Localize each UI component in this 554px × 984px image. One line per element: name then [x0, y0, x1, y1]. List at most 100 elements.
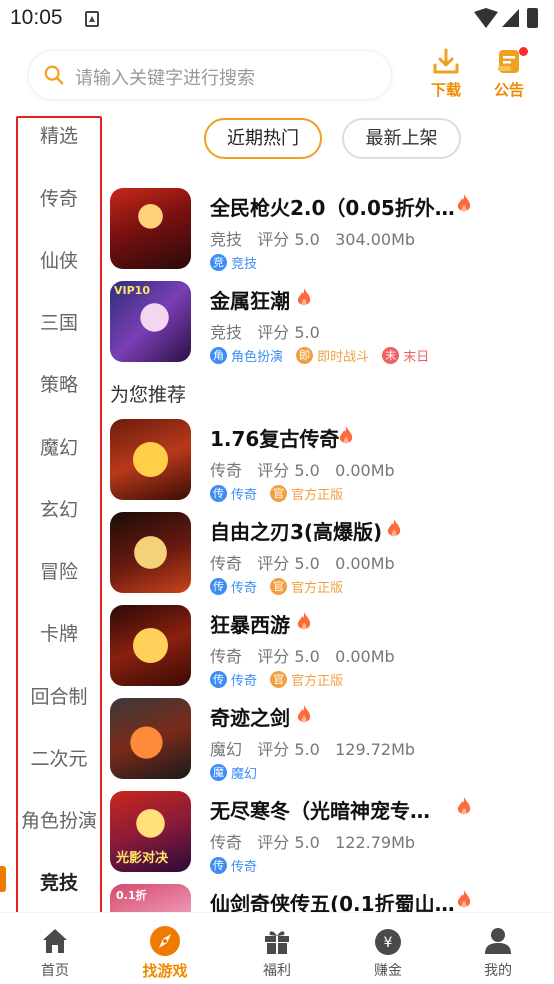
tag-chuanqi: 传传奇: [210, 856, 257, 875]
sidebar-item-kapai[interactable]: 卡牌: [18, 619, 100, 646]
game-meta: 竞技 评分 5.0: [210, 323, 320, 342]
nav-mine-label: 我的: [484, 963, 512, 979]
game-icon: 光影对决: [110, 791, 191, 872]
download-label: 下载: [430, 81, 461, 99]
hot-fire-icon: [457, 797, 471, 815]
game-item[interactable]: 全民枪火2.0（0.05折外… 竞技 评分 5.0 304.00Mb 竞竞技: [110, 188, 554, 272]
sidebar-item-jingxuan[interactable]: 精选: [18, 121, 100, 148]
tag-chuanqi: 传传奇: [210, 484, 257, 503]
game-title: 奇迹之剑: [210, 706, 290, 730]
game-title: 自由之刃3(高爆版): [210, 520, 383, 544]
hot-fire-icon: [387, 519, 401, 537]
search-icon: [44, 65, 64, 85]
game-meta: 传奇 评分 5.0 122.79Mb: [210, 833, 416, 852]
tab-recent-hot[interactable]: 近期热门: [204, 118, 322, 159]
category-sidebar: 精选 传奇 仙侠 三国 策略 魔幻 玄幻 冒险 卡牌 回合制 二次元 角色扮演 …: [16, 116, 102, 920]
hot-fire-icon: [457, 890, 471, 908]
game-item[interactable]: 光影对决 无尽寒冬（光暗神宠专… 传奇 评分 5.0 122.79Mb 传传奇: [110, 791, 554, 875]
game-meta: 传奇 评分 5.0 0.00Mb: [210, 647, 395, 666]
hot-fire-icon: [339, 426, 353, 444]
nav-home-label: 首页: [41, 963, 69, 979]
sidebar-item-mohuan[interactable]: 魔幻: [18, 433, 100, 460]
nav-mine[interactable]: 我的: [453, 925, 543, 980]
game-icon: [110, 698, 191, 779]
sidebar-item-chuanqi[interactable]: 传奇: [18, 184, 100, 211]
search-placeholder: 请输入关键字进行搜索: [75, 68, 255, 89]
status-bar: 10:05: [0, 0, 554, 40]
sidebar-item-jingji[interactable]: 竞技: [18, 868, 100, 895]
game-item[interactable]: 狂暴西游 传奇 评分 5.0 0.00Mb 传传奇 官官方正版: [110, 605, 554, 689]
sidebar-item-xianxia[interactable]: 仙侠: [18, 246, 100, 273]
game-meta: 魔幻 评分 5.0 129.72Mb: [210, 740, 416, 759]
status-time: 10:05: [10, 6, 63, 29]
tag-mohuan: 魔魔幻: [210, 763, 257, 782]
sidebar-item-huihezhi[interactable]: 回合制: [18, 682, 100, 709]
game-icon: VIP10: [110, 281, 191, 362]
tag-chuanqi: 传传奇: [210, 577, 257, 596]
sidebar-item-erciyuan[interactable]: 二次元: [18, 744, 100, 771]
nav-home[interactable]: 首页: [10, 925, 100, 980]
search-input[interactable]: 请输入关键字进行搜索: [28, 50, 392, 100]
nav-welfare-label: 福利: [263, 963, 291, 979]
tag-juese: 角角色扮演: [210, 346, 283, 365]
compass-icon: [150, 926, 180, 956]
game-tags: 传传奇: [210, 855, 265, 875]
game-meta: 竞技 评分 5.0 304.00Mb: [210, 230, 416, 249]
notification-icon: [85, 11, 99, 27]
game-tags: 传传奇 官官方正版: [210, 483, 351, 503]
sidebar-item-sanguo[interactable]: 三国: [18, 308, 100, 335]
game-icon: [110, 512, 191, 593]
hot-fire-icon: [457, 194, 471, 212]
tag-chuanqi: 传传奇: [210, 670, 257, 689]
game-tags: 传传奇 官官方正版: [210, 576, 351, 596]
hot-fire-icon: [297, 705, 311, 723]
tag-jishi: 即即时战斗: [296, 346, 369, 365]
nav-welfare[interactable]: 福利: [232, 925, 322, 980]
svg-text:¥: ¥: [384, 935, 393, 951]
sidebar-item-maoxian[interactable]: 冒险: [18, 557, 100, 584]
game-meta: 传奇 评分 5.0 0.00Mb: [210, 554, 395, 573]
game-tags: 角角色扮演 即即时战斗 末末日: [210, 345, 437, 365]
notice-button[interactable]: 公告: [484, 47, 534, 100]
tag-mori: 末末日: [382, 346, 429, 365]
hot-fire-icon: [297, 288, 311, 306]
nav-earn[interactable]: ¥ 赚金: [343, 925, 433, 980]
tag-guanfang: 官官方正版: [270, 577, 343, 596]
game-icon-caption: 光影对决: [116, 851, 169, 866]
game-title: 仙剑奇侠传五(0.1折蜀山…: [210, 892, 455, 912]
nav-earn-label: 赚金: [374, 963, 402, 979]
tag-jingji: 竞竞技: [210, 253, 257, 272]
download-button[interactable]: 下载: [421, 47, 471, 100]
game-tags: 竞竞技: [210, 252, 265, 272]
game-tags: 魔魔幻: [210, 762, 265, 782]
sidebar-item-celue[interactable]: 策略: [18, 370, 100, 397]
sidebar-item-xuanhuan[interactable]: 玄幻: [18, 495, 100, 522]
game-item[interactable]: 1.76复古传奇 传奇 评分 5.0 0.00Mb 传传奇 官官方正版: [110, 419, 554, 503]
game-title: 1.76复古传奇: [210, 427, 340, 451]
gift-icon: [265, 931, 289, 954]
nav-find-games[interactable]: 找游戏: [120, 925, 210, 981]
tab-new-release[interactable]: 最新上架: [342, 118, 461, 159]
game-item[interactable]: 奇迹之剑 魔幻 评分 5.0 129.72Mb 魔魔幻: [110, 698, 554, 782]
game-icon: [110, 188, 191, 269]
vip-badge: VIP10: [114, 284, 150, 297]
game-title: 全民枪火2.0（0.05折外…: [210, 196, 455, 220]
battery-icon: [527, 8, 538, 28]
bottom-navigation: 首页 找游戏 福利 ¥ 赚金 我的: [0, 912, 554, 984]
game-item[interactable]: 自由之刃3(高爆版) 传奇 评分 5.0 0.00Mb 传传奇 官官方正版: [110, 512, 554, 596]
sidebar-item-juesebanyan[interactable]: 角色扮演: [18, 806, 100, 833]
money-bag-icon: ¥: [375, 929, 401, 955]
game-icon: 0.1折: [110, 884, 191, 912]
game-title: 金属狂潮: [210, 289, 290, 313]
wifi-icon: [474, 8, 498, 28]
game-item[interactable]: VIP10 金属狂潮 竞技 评分 5.0 角角色扮演 即即时战斗 末末日: [110, 281, 554, 365]
game-tags: 传传奇 官官方正版: [210, 669, 351, 689]
home-icon: [43, 929, 67, 953]
game-icon: [110, 419, 191, 500]
user-icon: [485, 928, 511, 954]
download-icon: [433, 48, 459, 74]
game-title: 狂暴西游: [210, 613, 290, 637]
game-item[interactable]: 0.1折 仙剑奇侠传五(0.1折蜀山…: [110, 884, 554, 912]
game-icon-caption: 0.1折: [116, 889, 147, 902]
notice-unread-dot: [519, 47, 528, 56]
